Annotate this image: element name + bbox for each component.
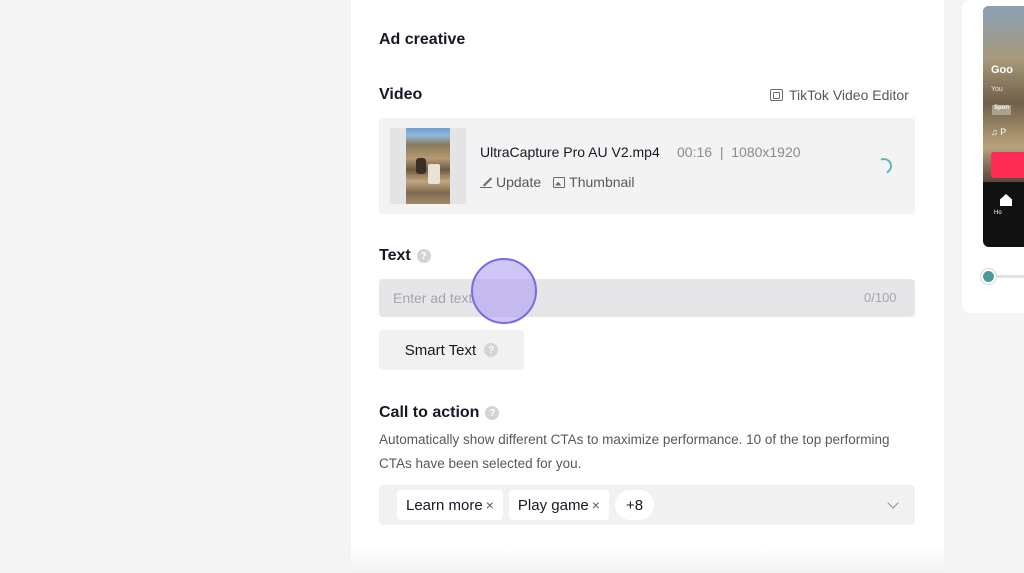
smart-text-label: Smart Text	[404, 341, 477, 359]
chevron-down-icon[interactable]	[887, 497, 899, 509]
remove-tag-icon[interactable]: ×	[592, 497, 600, 513]
meta-separator: |	[719, 144, 724, 160]
call-to-action-label: Call to action ?	[379, 404, 500, 422]
thumbnail-button[interactable]: Thumbnail	[553, 174, 635, 190]
help-icon[interactable]: ?	[416, 249, 431, 263]
video-duration: 00:16	[677, 144, 713, 160]
help-icon[interactable]: ?	[484, 343, 499, 357]
preview-cta-button	[991, 152, 1024, 178]
ad-text-input[interactable]	[379, 279, 915, 317]
smart-text-button[interactable]: Smart Text ?	[379, 330, 524, 370]
preview-slider-knob[interactable]	[981, 269, 996, 284]
cta-description: Automatically show different CTAs to max…	[379, 432, 890, 471]
video-thumbnail-frame[interactable]	[390, 128, 466, 204]
more-tags-count[interactable]: +8	[614, 490, 655, 520]
text-label: Text ?	[379, 247, 431, 265]
loading-spinner-icon	[873, 155, 895, 177]
ad-text-counter: 0/100	[864, 290, 897, 305]
remove-tag-icon[interactable]: ×	[486, 497, 494, 513]
video-editor-icon	[770, 89, 783, 101]
update-label: Update	[496, 174, 542, 190]
editor-link-label: TikTok Video Editor	[789, 87, 909, 103]
preview-subtitle: You	[991, 86, 1003, 93]
section-title: Ad creative	[379, 31, 466, 48]
thumbnail-label: Thumbnail	[569, 174, 635, 190]
preview-title: Goo	[991, 64, 1013, 76]
update-button[interactable]: Update	[480, 174, 541, 190]
video-card: UltraCapture Pro AU V2.mp4 00:16 | 1080x…	[379, 118, 915, 214]
cta-tag: Play game ×	[508, 490, 609, 520]
cta-select[interactable]: Learn more × Play game × +8	[379, 485, 915, 525]
cta-label-text: Call to action	[379, 404, 480, 421]
pencil-icon	[480, 176, 492, 188]
panel-bottom-fade	[351, 548, 944, 573]
video-actions: Update Thumbnail	[480, 174, 635, 190]
text-label-text: Text	[379, 247, 411, 264]
help-icon[interactable]: ?	[485, 406, 500, 420]
tiktok-video-editor-link[interactable]: TikTok Video Editor	[770, 87, 909, 103]
cta-tag-label: Play game	[517, 496, 589, 514]
video-thumbnail	[406, 128, 450, 204]
home-label: Ho	[994, 210, 1002, 216]
video-resolution: 1080x1920	[731, 144, 801, 160]
sponsored-badge: Spon	[992, 105, 1011, 115]
cta-tag-label: Learn more	[406, 496, 483, 514]
video-label: Video	[379, 86, 423, 103]
phone-preview: Goo You Spon ♫ P Ho	[983, 6, 1024, 247]
home-icon	[1000, 194, 1012, 206]
video-file-name: UltraCapture Pro AU V2.mp4	[480, 144, 660, 160]
left-background	[0, 0, 351, 573]
image-icon	[553, 176, 566, 188]
cta-tag: Learn more ×	[397, 490, 503, 520]
preview-music: ♫ P	[991, 127, 1007, 137]
cursor-highlight	[471, 258, 537, 324]
video-file-meta: 00:16 | 1080x1920	[677, 144, 801, 160]
